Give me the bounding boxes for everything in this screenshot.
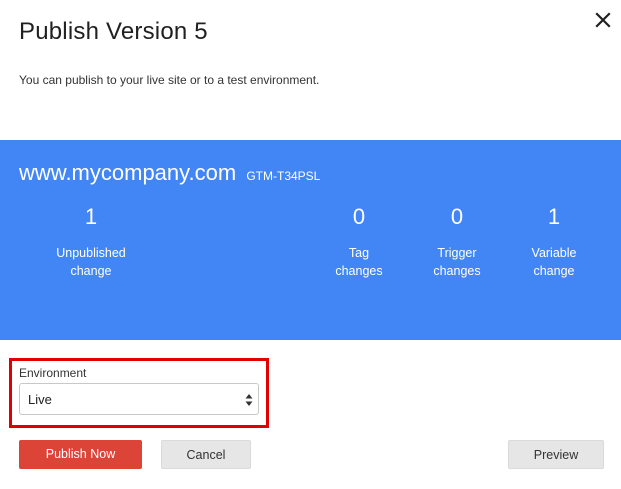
stat-label: Unpublished change [31,244,151,280]
stat-label: Variable change [494,244,614,280]
stat-unpublished-changes: 1 Unpublished change [31,202,151,280]
environment-selected-value: Live [28,392,52,407]
cancel-button[interactable]: Cancel [161,440,251,469]
container-summary-banner: www.mycompany.com GTM-T34PSL 1 Unpublish… [0,140,621,340]
select-arrows-icon [245,394,253,406]
stat-value: 1 [547,204,561,229]
environment-label: Environment [19,366,87,380]
dialog-subtitle: You can publish to your live site or to … [19,73,320,87]
environment-select[interactable]: Live [19,383,259,415]
stat-label-line2: change [70,264,112,278]
preview-button[interactable]: Preview [508,440,604,469]
publish-dialog: Publish Version 5 You can publish to you… [0,0,621,489]
dialog-title: Publish Version 5 [19,18,208,45]
stat-label-line1: Variable [531,246,577,260]
stat-value: 1 [84,204,98,229]
container-domain: www.mycompany.com GTM-T34PSL [19,160,320,186]
close-button[interactable] [591,8,615,32]
stat-label-line2: change [533,264,575,278]
container-id: GTM-T34PSL [246,169,321,183]
close-icon [595,12,611,28]
stat-variable-changes: 1 Variable change [494,202,614,280]
stat-label-line1: Unpublished [56,246,126,260]
container-domain-text: www.mycompany.com [19,160,237,185]
publish-now-button[interactable]: Publish Now [19,440,142,469]
